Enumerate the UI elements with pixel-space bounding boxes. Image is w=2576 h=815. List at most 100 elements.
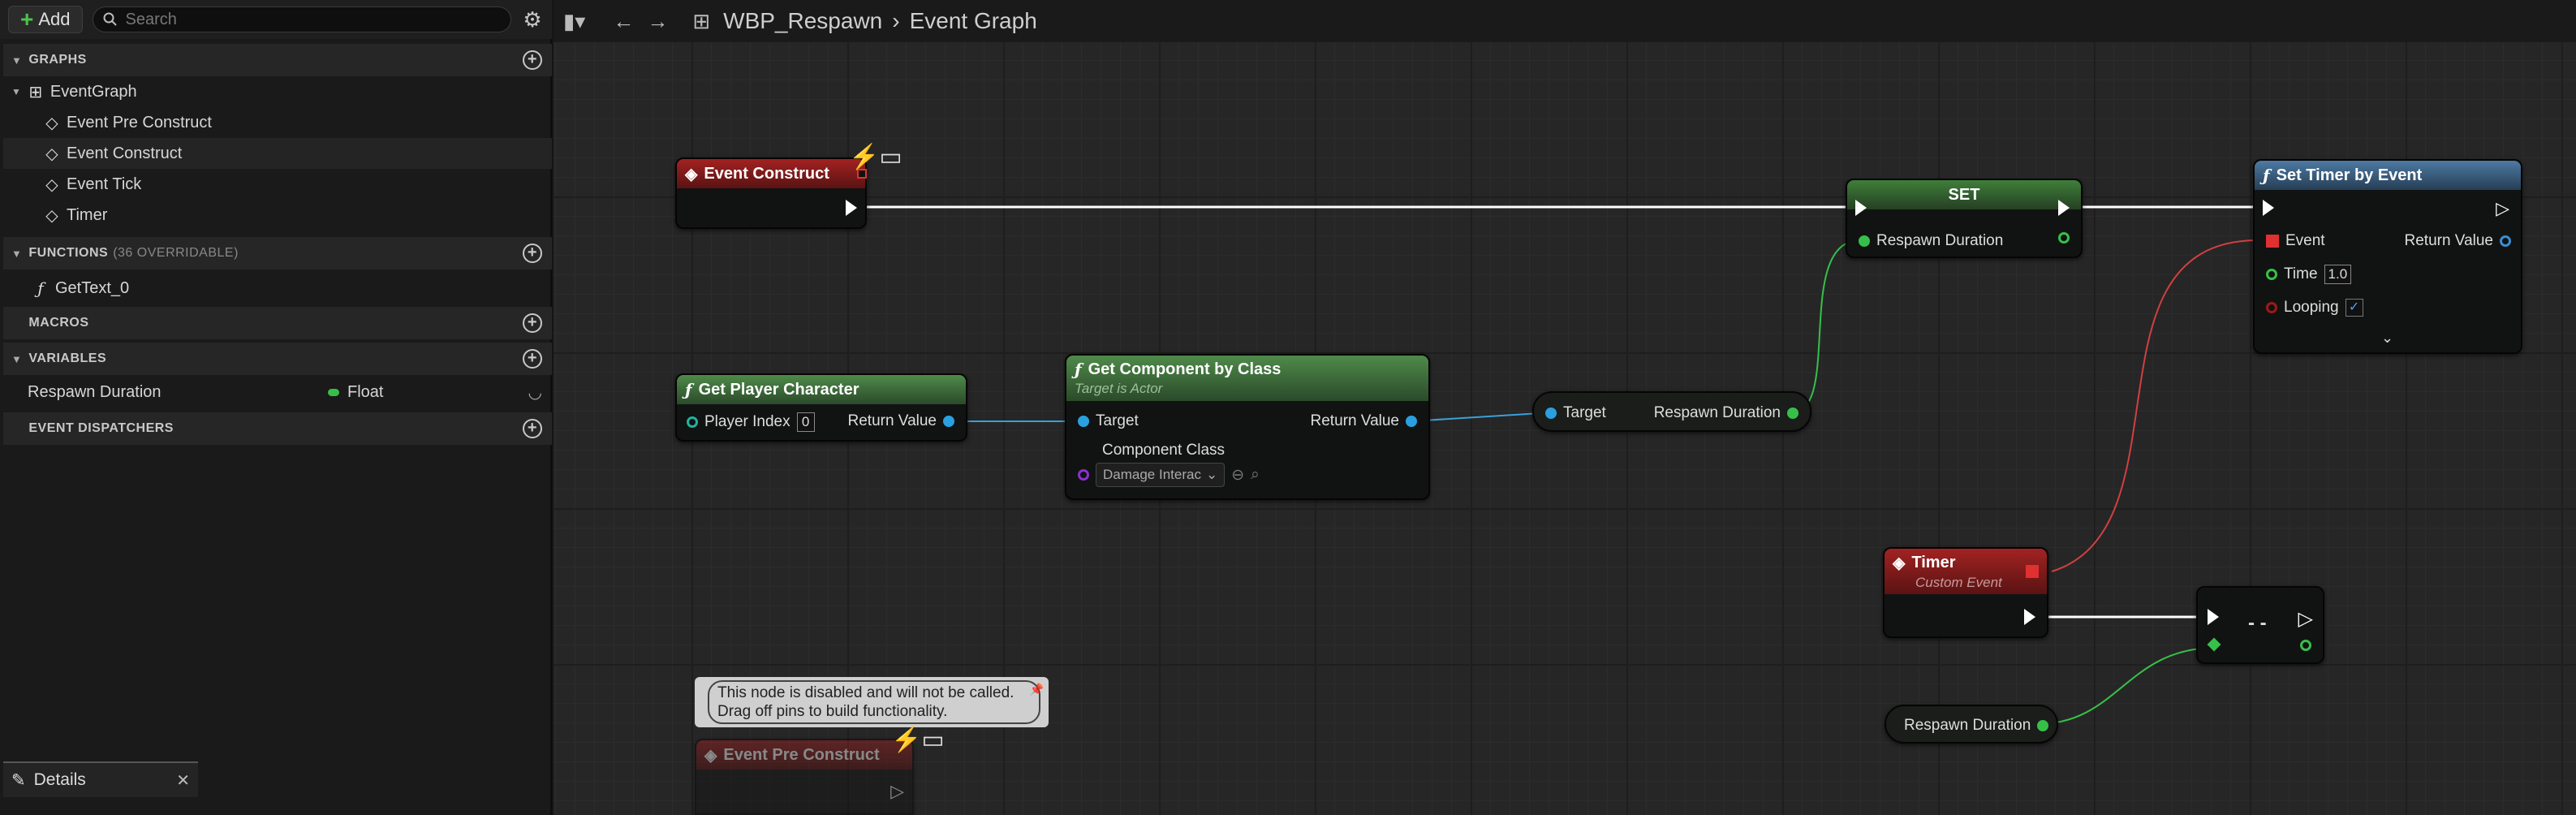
float-out-pin[interactable] xyxy=(2037,720,2049,731)
add-variable-icon[interactable]: + xyxy=(523,349,542,369)
add-button[interactable]: + Add xyxy=(8,6,83,33)
graph-item-label: Event Pre Construct xyxy=(67,113,212,132)
exec-out-pin[interactable] xyxy=(2024,609,2035,625)
use-selected-arrow-icon[interactable]: ⊖ xyxy=(1231,466,1244,485)
function-icon: ƒ xyxy=(37,278,44,298)
function-item[interactable]: ƒ GetText_0 xyxy=(3,273,552,304)
close-icon[interactable]: ✕ xyxy=(176,770,190,791)
node-title: Get Component by Class xyxy=(1088,360,1282,378)
respawn-duration-get-node[interactable]: Respawn Duration xyxy=(1885,705,2058,744)
looping-checkbox[interactable]: ✓ xyxy=(2345,299,2363,317)
graph-item-pre-construct[interactable]: ◇ Event Pre Construct xyxy=(3,107,552,138)
expand-chevron-icon[interactable]: ⌄ xyxy=(2381,330,2393,347)
section-event-dispatchers[interactable]: ▼ EVENT DISPATCHERS + xyxy=(3,412,552,445)
event-delegate-pin[interactable] xyxy=(2266,235,2279,248)
get-respawn-duration-node[interactable]: Target Respawn Duration xyxy=(1532,391,1811,432)
float-in-pin[interactable] xyxy=(2266,269,2277,280)
my-blueprint-panel: + Add ⚙ ▼ GRAPHS + ▼ ⊞ EventGraph ◇ Even… xyxy=(0,0,552,815)
get-component-by-class-node[interactable]: ƒ Get Component by Class Target is Actor… xyxy=(1065,354,1430,500)
details-tab[interactable]: ✎ Details ✕ xyxy=(3,761,198,797)
breadcrumb-asset[interactable]: WBP_Respawn xyxy=(723,8,882,34)
node-title: Event Construct xyxy=(704,164,829,183)
search-input[interactable] xyxy=(125,10,501,29)
node-title: Set Timer by Event xyxy=(2276,166,2423,184)
node-header: ◈ Event Pre Construct xyxy=(696,740,912,770)
delegate-out-pin[interactable] xyxy=(2026,565,2039,578)
node-header: ƒ Get Player Character xyxy=(677,375,966,404)
pin-label: Target xyxy=(1563,404,1606,421)
bool-in-pin[interactable] xyxy=(2266,302,2277,313)
player-index-input[interactable]: 0 xyxy=(796,412,815,432)
handle-out-pin[interactable] xyxy=(2500,235,2511,247)
time-value-input[interactable]: 1.0 xyxy=(2324,265,2352,284)
collapse-arrow-icon: ▼ xyxy=(11,352,23,365)
object-out-pin[interactable] xyxy=(943,416,954,427)
set-node[interactable]: SET Respawn Duration xyxy=(1846,179,2083,258)
placeholder-function-node[interactable]: - - ▷ xyxy=(2196,586,2324,664)
class-dropdown[interactable]: Damage Interac ⌄ xyxy=(1096,463,1226,487)
float-out-pin[interactable] xyxy=(1787,408,1798,419)
graph-item-timer[interactable]: ◇ Timer xyxy=(3,200,552,231)
pin-label: Component Class xyxy=(1102,442,1226,459)
node-title: SET xyxy=(1948,185,1980,204)
event-pre-construct-node-disabled[interactable]: ◈ Event Pre Construct ▷ xyxy=(695,739,914,815)
exec-out-pin[interactable]: ▷ xyxy=(890,781,904,802)
pin-icon[interactable]: 📌 xyxy=(1030,680,1044,699)
section-macros[interactable]: ▼ MACROS + xyxy=(3,307,552,339)
graph-item-label: Event Construct xyxy=(67,144,183,162)
section-graphs[interactable]: ▼ GRAPHS + xyxy=(3,44,552,76)
event-diamond-icon: ◈ xyxy=(1893,554,1906,572)
search-box[interactable] xyxy=(92,6,511,32)
back-arrow-icon[interactable]: ← xyxy=(613,9,634,34)
object-in-pin[interactable] xyxy=(1545,408,1557,419)
class-in-pin[interactable] xyxy=(1078,469,1089,481)
add-graph-icon[interactable]: + xyxy=(523,50,542,70)
bookmark-icon[interactable]: ▮▾ xyxy=(563,9,585,34)
float-in-pin[interactable] xyxy=(2207,637,2221,652)
event-graph-item[interactable]: ▼ ⊞ EventGraph xyxy=(3,76,552,107)
node-header: SET xyxy=(1847,180,2081,209)
pin-label: Time xyxy=(2284,265,2318,282)
set-timer-by-event-node[interactable]: ƒ Set Timer by Event ▷ Event Return Valu… xyxy=(2253,159,2522,354)
timer-custom-event-node[interactable]: ◈ Timer Custom Event xyxy=(1883,547,2048,638)
exec-out-pin[interactable] xyxy=(2058,200,2070,216)
section-macros-label: MACROS xyxy=(28,316,89,330)
add-function-icon[interactable]: + xyxy=(523,244,542,263)
pin-label: Return Value xyxy=(2404,232,2494,249)
graph-item-tick[interactable]: ◇ Event Tick xyxy=(3,169,552,200)
section-variables[interactable]: ▼ VARIABLES + xyxy=(3,343,552,375)
int-in-pin[interactable] xyxy=(687,416,698,428)
graph-icon: ⊞ xyxy=(692,8,711,33)
node-subtitle: Custom Event xyxy=(1915,574,2002,590)
add-dispatcher-icon[interactable]: + xyxy=(523,419,542,438)
exec-in-pin[interactable] xyxy=(1855,200,1867,216)
get-player-character-node[interactable]: ƒ Get Player Character Player Index 0 Re… xyxy=(675,373,967,442)
exec-out-pin[interactable]: ▷ xyxy=(2298,607,2313,631)
float-out-pin[interactable] xyxy=(2058,232,2070,244)
exec-out-pin[interactable] xyxy=(846,200,857,216)
forward-arrow-icon[interactable]: → xyxy=(647,9,668,34)
comment-line-1: This node is disabled and will not be ca… xyxy=(717,684,1014,701)
details-tab-label: Details xyxy=(33,770,86,789)
pin-label: Respawn Duration xyxy=(1876,232,2004,249)
add-macro-icon[interactable]: + xyxy=(523,313,542,333)
node-title: - - xyxy=(2248,612,2267,634)
browse-search-icon[interactable]: ⌕ xyxy=(1251,466,1260,484)
object-out-pin[interactable] xyxy=(1406,416,1417,427)
graph-item-construct[interactable]: ◇ Event Construct xyxy=(3,138,552,169)
visibility-eye-icon[interactable]: ◡ xyxy=(528,382,542,403)
node-header: ƒ Get Component by Class Target is Actor xyxy=(1066,356,1428,401)
gear-icon[interactable]: ⚙ xyxy=(521,8,544,31)
float-in-pin[interactable] xyxy=(1859,235,1870,247)
object-in-pin[interactable] xyxy=(1078,416,1089,427)
variable-item[interactable]: Respawn Duration Float ◡ xyxy=(3,377,552,408)
collapse-arrow-icon: ▼ xyxy=(11,54,23,67)
float-out-pin[interactable] xyxy=(2300,640,2311,651)
section-functions[interactable]: ▼ FUNCTIONS (36 OVERRIDABLE) + xyxy=(3,237,552,270)
pin-label: Player Index xyxy=(704,413,790,430)
exec-in-pin[interactable] xyxy=(2263,200,2274,216)
exec-in-pin[interactable] xyxy=(2208,609,2219,625)
event-construct-node[interactable]: ◈ Event Construct xyxy=(675,157,867,229)
function-icon: ƒ xyxy=(2263,166,2270,185)
graph-item-label: Timer xyxy=(67,205,108,224)
